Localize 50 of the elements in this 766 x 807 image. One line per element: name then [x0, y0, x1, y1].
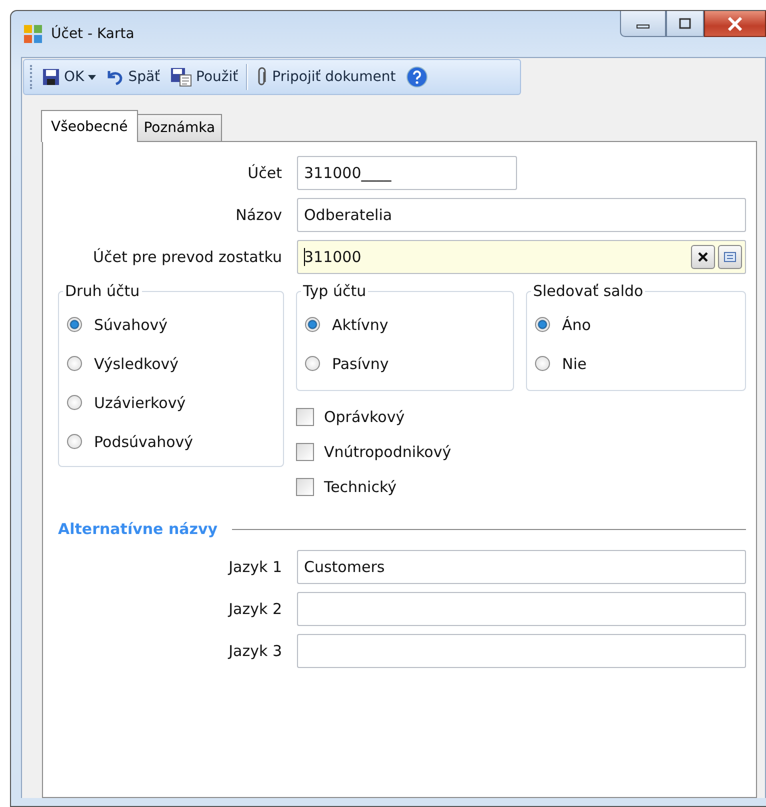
radio-button[interactable]: Uzávierkový	[67, 384, 275, 421]
help-icon	[406, 66, 428, 88]
radio-button[interactable]: Pasívny	[304, 345, 505, 382]
field-label: Jazyk 3	[226, 642, 283, 660]
field-label: Názov	[234, 206, 283, 224]
field-label: Účet pre prevod zostatku	[92, 248, 283, 266]
close-icon	[727, 16, 743, 30]
field-label: Účet	[246, 164, 283, 182]
checkbox[interactable]: Technický	[296, 469, 514, 504]
ok-button[interactable]: OK	[40, 66, 98, 88]
group-title: Sledovať saldo	[532, 282, 644, 300]
minimize-button[interactable]	[620, 11, 666, 37]
group-title: Druh účtu	[64, 282, 141, 300]
radio-button[interactable]: Áno	[534, 306, 737, 343]
apply-button[interactable]: Použiť	[168, 65, 240, 89]
tab[interactable]: Poznámka	[136, 114, 222, 141]
field-label: Jazyk 1	[226, 558, 283, 576]
floppy-document-icon	[170, 67, 192, 87]
group-title: Typ účtu	[302, 282, 368, 300]
close-icon	[698, 252, 708, 262]
language-name-field[interactable]: Customers	[297, 550, 746, 584]
browse-button[interactable]	[718, 245, 742, 269]
radio-button[interactable]: Podsúvahový	[67, 423, 275, 460]
field-label: Jazyk 2	[226, 600, 283, 618]
radio-button[interactable]: Nie	[534, 345, 737, 382]
help-button[interactable]	[404, 64, 430, 90]
tab[interactable]: Všeobecné	[41, 110, 138, 142]
attach-document-button[interactable]: Pripojiť dokument	[254, 65, 398, 89]
name-field[interactable]: Odberatelia	[297, 198, 746, 232]
section-title: Alternatívne názvy	[58, 520, 218, 538]
list-icon	[724, 252, 736, 262]
language-name-field[interactable]	[297, 634, 746, 668]
radio-button[interactable]: Súvahový	[67, 306, 275, 343]
undo-button[interactable]: Späť	[104, 67, 162, 87]
undo-icon	[106, 69, 124, 85]
paperclip-icon	[256, 67, 268, 87]
window-title: Účet - Karta	[51, 26, 134, 42]
radio-button[interactable]: Výsledkový	[67, 345, 275, 382]
maximize-button[interactable]	[666, 11, 704, 37]
clear-button[interactable]	[691, 245, 715, 269]
checkbox[interactable]: Vnútropodnikový	[296, 434, 514, 469]
app-icon	[23, 24, 43, 44]
account-field[interactable]: 311000____	[297, 156, 517, 190]
radio-button[interactable]: Aktívny	[304, 306, 505, 343]
close-button[interactable]	[704, 11, 766, 37]
language-name-field[interactable]	[297, 592, 746, 626]
lookup-field[interactable]: 311000	[297, 240, 746, 274]
checkbox[interactable]: Oprávkový	[296, 399, 514, 434]
field-value: 311000	[304, 248, 362, 266]
maximize-icon	[678, 18, 692, 30]
